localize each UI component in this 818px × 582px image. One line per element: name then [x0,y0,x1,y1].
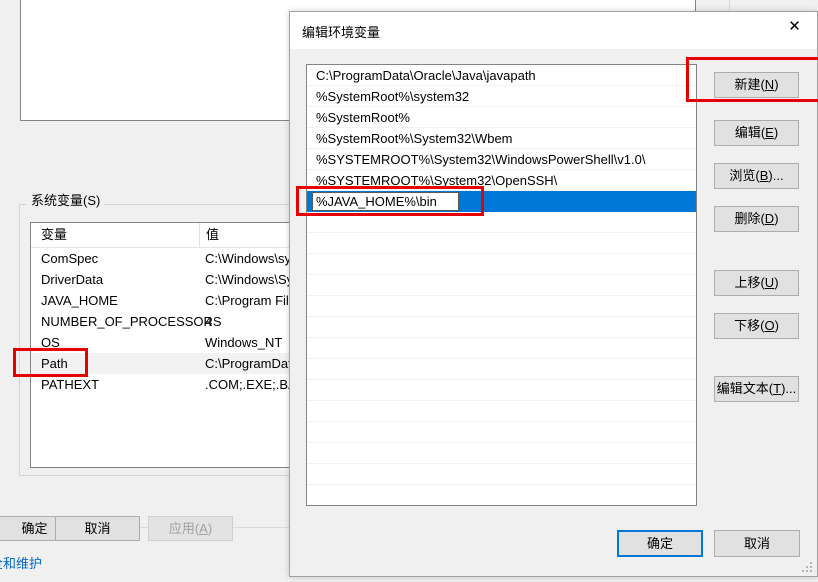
list-item-empty[interactable] [307,338,696,359]
list-item-empty[interactable] [307,254,696,275]
move-up-button-label: 上移(U) [734,275,779,290]
list-item-editing[interactable] [307,191,696,212]
variable-value: 4 [205,314,213,329]
delete-button-label: 删除(D) [734,211,779,226]
list-item-empty[interactable] [307,212,696,233]
variable-name: ComSpec [41,251,99,266]
variable-value: C:\Program File [205,293,297,308]
path-entries-list[interactable]: C:\ProgramData\Oracle\Java\javapath %Sys… [306,64,697,506]
edit-button-label: 编辑(E) [734,125,779,140]
dialog-titlebar: 编辑环境变量 ✕ [290,12,817,49]
variable-name: NUMBER_OF_PROCESSORS [41,314,222,329]
dialog-cancel-button[interactable]: 取消 [714,530,800,557]
variable-name: Path [41,356,68,371]
bg-cancel-button[interactable]: 取消 [55,516,140,541]
variable-name: OS [41,335,60,350]
list-item[interactable]: %SystemRoot% [307,107,696,128]
variable-name: TMP [28,0,55,2]
move-down-button-label: 下移(O) [734,318,779,333]
list-item-empty[interactable] [307,422,696,443]
list-item-empty[interactable] [307,317,696,338]
variable-value: C:\Users\Admi [196,0,280,2]
dialog-ok-button[interactable]: 确定 [617,530,703,557]
edit-text-button-label: 编辑文本(T)... [716,381,797,396]
close-icon[interactable]: ✕ [772,12,817,42]
list-item-empty[interactable] [307,401,696,422]
browse-button[interactable]: 浏览(B)... [714,163,799,189]
variable-name: PATHEXT [41,377,100,392]
path-entry-input[interactable] [312,192,459,211]
edit-button[interactable]: 编辑(E) [714,120,799,146]
list-item-empty[interactable] [307,485,696,505]
browse-button-label: 浏览(B)... [729,168,784,183]
list-item[interactable]: %SystemRoot%\System32\Wbem [307,128,696,149]
dialog-title: 编辑环境变量 [302,25,381,40]
variable-name: JAVA_HOME [41,293,118,308]
new-button[interactable]: 新建(N) [714,72,799,98]
variable-value: C:\Windows\sy [205,251,291,266]
column-header-value[interactable]: 值 [199,223,219,247]
list-item-empty[interactable] [307,296,696,317]
list-item[interactable]: %SYSTEMROOT%\System32\OpenSSH\ [307,170,696,191]
list-item-empty[interactable] [307,233,696,254]
variable-value: C:\Windows\Sy [205,272,294,287]
delete-button[interactable]: 删除(D) [714,206,799,232]
security-maintenance-link[interactable]: 全和维护 [0,553,42,572]
list-item-empty[interactable] [307,443,696,464]
list-item-empty[interactable] [307,275,696,296]
list-item-empty[interactable] [307,359,696,380]
variable-name: DriverData [41,272,104,287]
column-header-variable[interactable]: 变量 [41,223,67,247]
bg-apply-button: 应用(A) [148,516,233,541]
list-item[interactable]: %SYSTEMROOT%\System32\WindowsPowerShell\… [307,149,696,170]
variable-value: C:\ProgramDat [205,356,292,371]
new-button-label: 新建(N) [734,77,779,92]
resize-grip[interactable] [802,562,814,574]
list-item[interactable]: C:\ProgramData\Oracle\Java\javapath [307,65,696,86]
list-item[interactable]: %SystemRoot%\system32 [307,86,696,107]
system-variables-group-label: 系统变量(S) [27,190,105,209]
variable-value: Windows_NT [205,335,283,350]
edit-text-button[interactable]: 编辑文本(T)... [714,376,799,402]
edit-environment-variable-dialog: 编辑环境变量 ✕ C:\ProgramData\Oracle\Java\java… [289,11,818,577]
list-item-empty[interactable] [307,464,696,485]
list-item-empty[interactable] [307,380,696,401]
list-item[interactable]: TMP C:\Users\Admi [21,0,695,2]
move-up-button[interactable]: 上移(U) [714,270,799,296]
move-down-button[interactable]: 下移(O) [714,313,799,339]
empty-rows-container [307,212,696,505]
